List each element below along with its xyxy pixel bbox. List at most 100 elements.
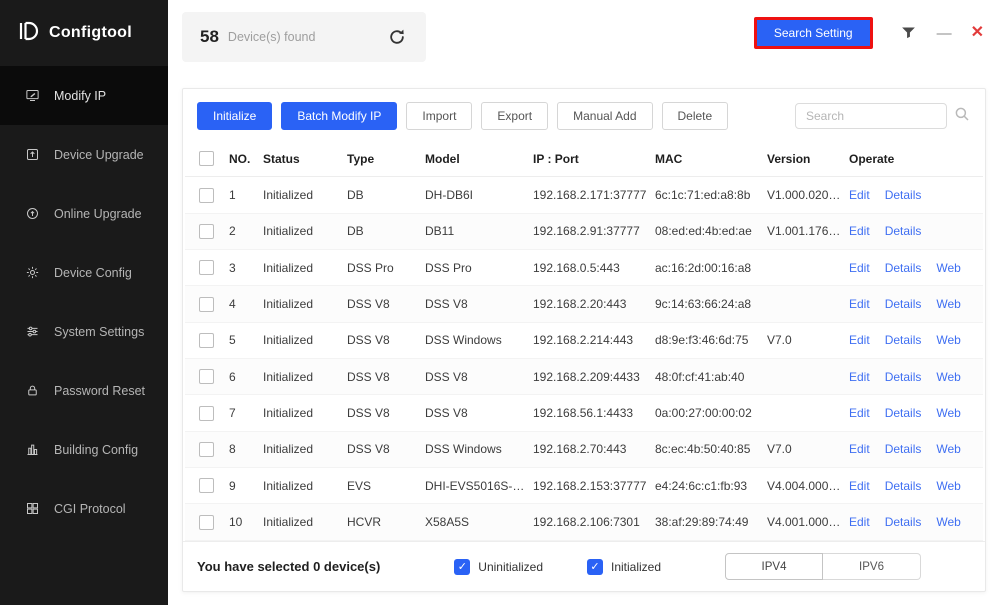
initialized-label: Initialized <box>611 560 661 574</box>
row-checkbox[interactable] <box>199 188 214 203</box>
op-details-link[interactable]: Details <box>885 479 922 493</box>
op-web-link[interactable]: Web <box>936 261 960 275</box>
row-checkbox[interactable] <box>199 515 214 530</box>
minimize-icon[interactable]: — <box>937 26 952 41</box>
table-row: 2InitializedDBDB11192.168.2.91:3777708:e… <box>185 213 983 249</box>
batch-modify-ip-button[interactable]: Batch Modify IP <box>281 102 397 130</box>
cell-model: DSS Pro <box>421 249 529 285</box>
op-edit-link[interactable]: Edit <box>849 188 870 202</box>
uninitialized-checkbox[interactable]: ✓ <box>454 559 470 575</box>
check-icon: ✓ <box>458 560 467 573</box>
op-edit-link[interactable]: Edit <box>849 224 870 238</box>
cell-type: DSS V8 <box>343 358 421 394</box>
cell-operate: Edit Details Web <box>845 431 983 467</box>
sidebar-item-device-upgrade[interactable]: Device Upgrade <box>0 125 168 184</box>
cell-status: Initialized <box>259 249 343 285</box>
row-checkbox[interactable] <box>199 333 214 348</box>
cell-model: DH-DB6I <box>421 177 529 213</box>
refresh-icon[interactable] <box>386 26 408 48</box>
cell-model: DHI-EVS5016S-R-V2 <box>421 467 529 503</box>
manual-add-button[interactable]: Manual Add <box>557 102 652 130</box>
cell-no: 9 <box>225 467 259 503</box>
initialized-filter: ✓ Initialized <box>587 559 661 575</box>
row-checkbox[interactable] <box>199 297 214 312</box>
row-checkbox[interactable] <box>199 442 214 457</box>
row-checkbox[interactable] <box>199 260 214 275</box>
op-web-link[interactable]: Web <box>936 442 960 456</box>
op-edit-link[interactable]: Edit <box>849 406 870 420</box>
sidebar-item-password-reset[interactable]: Password Reset <box>0 361 168 420</box>
search-icon[interactable] <box>953 105 971 128</box>
sidebar-item-device-config[interactable]: Device Config <box>0 243 168 302</box>
import-button[interactable]: Import <box>406 102 472 130</box>
check-icon: ✓ <box>590 560 599 573</box>
op-web-link[interactable]: Web <box>936 515 960 529</box>
op-web-link[interactable]: Web <box>936 479 960 493</box>
sidebar-item-label: Device Config <box>54 266 132 280</box>
op-details-link[interactable]: Details <box>885 224 922 238</box>
column-header: Type <box>343 141 421 177</box>
cell-status: Initialized <box>259 358 343 394</box>
delete-button[interactable]: Delete <box>662 102 729 130</box>
op-web-link[interactable]: Web <box>936 333 960 347</box>
cell-version: V7.0 <box>763 322 845 358</box>
cell-operate: Edit Details Web <box>845 467 983 503</box>
sidebar-item-cgi-protocol[interactable]: CGI Protocol <box>0 479 168 538</box>
cell-ip-port: 192.168.2.171:37777 <box>529 177 651 213</box>
op-edit-link[interactable]: Edit <box>849 479 870 493</box>
close-icon[interactable]: ✕ <box>971 25 984 41</box>
sidebar-item-online-upgrade[interactable]: Online Upgrade <box>0 184 168 243</box>
sidebar-item-modify-ip[interactable]: Modify IP <box>0 66 168 125</box>
export-button[interactable]: Export <box>481 102 548 130</box>
row-checkbox[interactable] <box>199 478 214 493</box>
op-edit-link[interactable]: Edit <box>849 515 870 529</box>
row-checkbox[interactable] <box>199 406 214 421</box>
lock-icon <box>24 383 40 399</box>
ipv6-button[interactable]: IPV6 <box>823 553 921 580</box>
sidebar-item-label: CGI Protocol <box>54 502 126 516</box>
op-details-link[interactable]: Details <box>885 333 922 347</box>
op-details-link[interactable]: Details <box>885 515 922 529</box>
cell-no: 10 <box>225 504 259 540</box>
cell-version <box>763 286 845 322</box>
sidebar-item-system-settings[interactable]: System Settings <box>0 302 168 361</box>
op-edit-link[interactable]: Edit <box>849 297 870 311</box>
uninitialized-label: Uninitialized <box>478 560 543 574</box>
cell-type: DSS V8 <box>343 286 421 322</box>
op-edit-link[interactable]: Edit <box>849 370 870 384</box>
cell-type: DSS V8 <box>343 431 421 467</box>
sidebar-item-label: Modify IP <box>54 89 106 103</box>
cell-mac: e4:24:6c:c1:fb:93 <box>651 467 763 503</box>
initialize-button[interactable]: Initialize <box>197 102 272 130</box>
cell-operate: Edit Details Web <box>845 395 983 431</box>
table-row: 5InitializedDSS V8DSS Windows192.168.2.2… <box>185 322 983 358</box>
row-checkbox[interactable] <box>199 369 214 384</box>
initialized-checkbox[interactable]: ✓ <box>587 559 603 575</box>
ipv4-button[interactable]: IPV4 <box>725 553 823 580</box>
op-edit-link[interactable]: Edit <box>849 333 870 347</box>
cell-mac: 38:af:29:89:74:49 <box>651 504 763 540</box>
row-checkbox[interactable] <box>199 224 214 239</box>
table-row: 6InitializedDSS V8DSS V8192.168.2.209:44… <box>185 358 983 394</box>
op-edit-link[interactable]: Edit <box>849 442 870 456</box>
search-input[interactable] <box>795 103 947 129</box>
op-details-link[interactable]: Details <box>885 188 922 202</box>
grid-squares-icon <box>24 501 40 517</box>
op-details-link[interactable]: Details <box>885 261 922 275</box>
search-setting-button[interactable]: Search Setting <box>754 17 873 49</box>
op-web-link[interactable]: Web <box>936 370 960 384</box>
op-details-link[interactable]: Details <box>885 442 922 456</box>
op-web-link[interactable]: Web <box>936 297 960 311</box>
sidebar-item-building-config[interactable]: Building Config <box>0 420 168 479</box>
op-details-link[interactable]: Details <box>885 406 922 420</box>
cell-no: 6 <box>225 358 259 394</box>
select-all-checkbox[interactable] <box>199 151 214 166</box>
table-header-row: NO.StatusTypeModelIP : PortMACVersionOpe… <box>185 141 983 177</box>
filter-funnel-icon[interactable] <box>900 24 918 42</box>
op-web-link[interactable]: Web <box>936 406 960 420</box>
op-edit-link[interactable]: Edit <box>849 261 870 275</box>
op-details-link[interactable]: Details <box>885 370 922 384</box>
cell-ip-port: 192.168.2.214:443 <box>529 322 651 358</box>
op-details-link[interactable]: Details <box>885 297 922 311</box>
cell-version: V1.000.0200... <box>763 177 845 213</box>
